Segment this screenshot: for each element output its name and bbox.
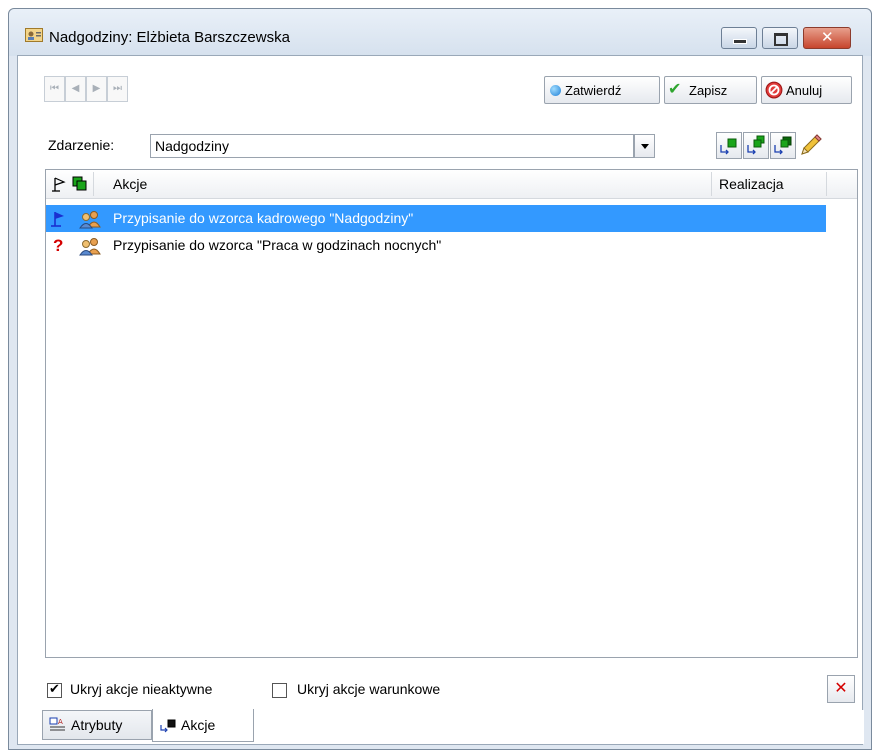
edit-action-button[interactable]: [797, 132, 823, 159]
people-icon: [79, 211, 101, 229]
move-action-icon: [774, 136, 792, 155]
add-action-icon: [160, 719, 176, 733]
attributes-icon: A: [49, 717, 65, 731]
column-separator: [93, 172, 94, 196]
dialog-window: Nadgodziny: Elżbieta Barszczewska ✕ ⏮ ◀ …: [8, 8, 872, 750]
move-action-button[interactable]: [770, 132, 796, 159]
tab-akcje-label: Akcje: [181, 717, 216, 733]
cancel-button[interactable]: Anuluj: [761, 76, 852, 104]
delete-icon: ✕: [834, 680, 848, 697]
pencil-icon: [801, 134, 822, 155]
column-header-akcje[interactable]: Akcje: [113, 176, 147, 192]
event-label: Zdarzenie:: [48, 137, 115, 153]
maximize-button[interactable]: [762, 27, 798, 49]
add-action-button[interactable]: [716, 132, 742, 159]
cancel-icon: [765, 81, 783, 99]
maximize-icon: [774, 33, 788, 46]
event-select[interactable]: Nadgodziny: [150, 134, 634, 158]
question-icon: ?: [53, 236, 64, 255]
column-separator: [711, 172, 712, 196]
minimize-icon: [733, 39, 747, 44]
event-dropdown-button[interactable]: [634, 134, 655, 158]
hide-inactive-label[interactable]: Ukryj akcje nieaktywne: [70, 681, 212, 697]
svg-text:A: A: [58, 718, 63, 726]
table-row[interactable]: ? Przypisanie do wzorca "Praca w godzina…: [46, 232, 826, 259]
column-header-realizacja[interactable]: Realizacja: [719, 176, 784, 192]
person-card-icon: [25, 28, 43, 42]
flag-icon: [51, 212, 64, 227]
tab-atrybuty-label: Atrybuty: [71, 717, 123, 733]
table-row[interactable]: Przypisanie do wzorca kadrowego "Nadgodz…: [46, 205, 826, 232]
dialog-content: ⏮ ◀ ▶ ⏭ Zatwierdź ✔ Zapisz Anuluj Zdarze…: [17, 55, 864, 745]
confirm-label: Zatwierdź: [565, 82, 622, 98]
action-text: Przypisanie do wzorca "Praca w godzinach…: [113, 237, 442, 253]
prev-record-icon: ◀: [71, 83, 80, 94]
action-text: Przypisanie do wzorca kadrowego "Nadgodz…: [113, 210, 414, 226]
tab-atrybuty[interactable]: A Atrybuty: [42, 710, 152, 740]
checkmark-icon: ✔: [668, 81, 682, 98]
nav-prev-button[interactable]: ◀: [65, 76, 86, 102]
add-action-icon: [720, 138, 737, 155]
nav-next-button[interactable]: ▶: [86, 76, 107, 102]
first-record-icon: ⏮: [50, 83, 59, 94]
minimize-button[interactable]: [721, 27, 757, 49]
next-record-icon: ▶: [92, 83, 101, 94]
delete-button[interactable]: ✕: [827, 675, 855, 703]
close-icon: ✕: [821, 29, 834, 46]
window-title: Nadgodziny: Elżbieta Barszczewska: [49, 29, 290, 46]
hide-conditional-checkbox[interactable]: [272, 683, 287, 698]
copy-header-icon: [72, 176, 87, 191]
flag-header-icon: [52, 177, 66, 192]
blue-dot-icon: [550, 84, 561, 96]
title-bar[interactable]: Nadgodziny: Elżbieta Barszczewska ✕: [9, 9, 871, 56]
copy-action-button[interactable]: [743, 132, 769, 159]
hide-conditional-label[interactable]: Ukryj akcje warunkowe: [297, 681, 440, 697]
last-record-icon: ⏭: [113, 83, 122, 94]
actions-table[interactable]: Akcje Realizacja Przypisanie do wzorca k…: [45, 169, 858, 658]
save-label: Zapisz: [689, 82, 728, 98]
table-header: Akcje Realizacja: [46, 170, 857, 199]
tab-akcje[interactable]: Akcje: [152, 709, 254, 742]
nav-last-button[interactable]: ⏭: [107, 76, 128, 102]
cancel-label: Anuluj: [786, 82, 823, 98]
column-separator: [826, 172, 827, 196]
close-button[interactable]: ✕: [803, 27, 851, 49]
hide-inactive-checkbox[interactable]: [47, 681, 62, 698]
copy-action-icon: [747, 135, 765, 155]
save-button[interactable]: ✔ Zapisz: [664, 76, 757, 104]
people-icon: [79, 238, 101, 256]
nav-first-button[interactable]: ⏮: [44, 76, 65, 102]
confirm-button[interactable]: Zatwierdź: [544, 76, 660, 104]
tab-strip: A Atrybuty Akcje: [18, 709, 864, 744]
